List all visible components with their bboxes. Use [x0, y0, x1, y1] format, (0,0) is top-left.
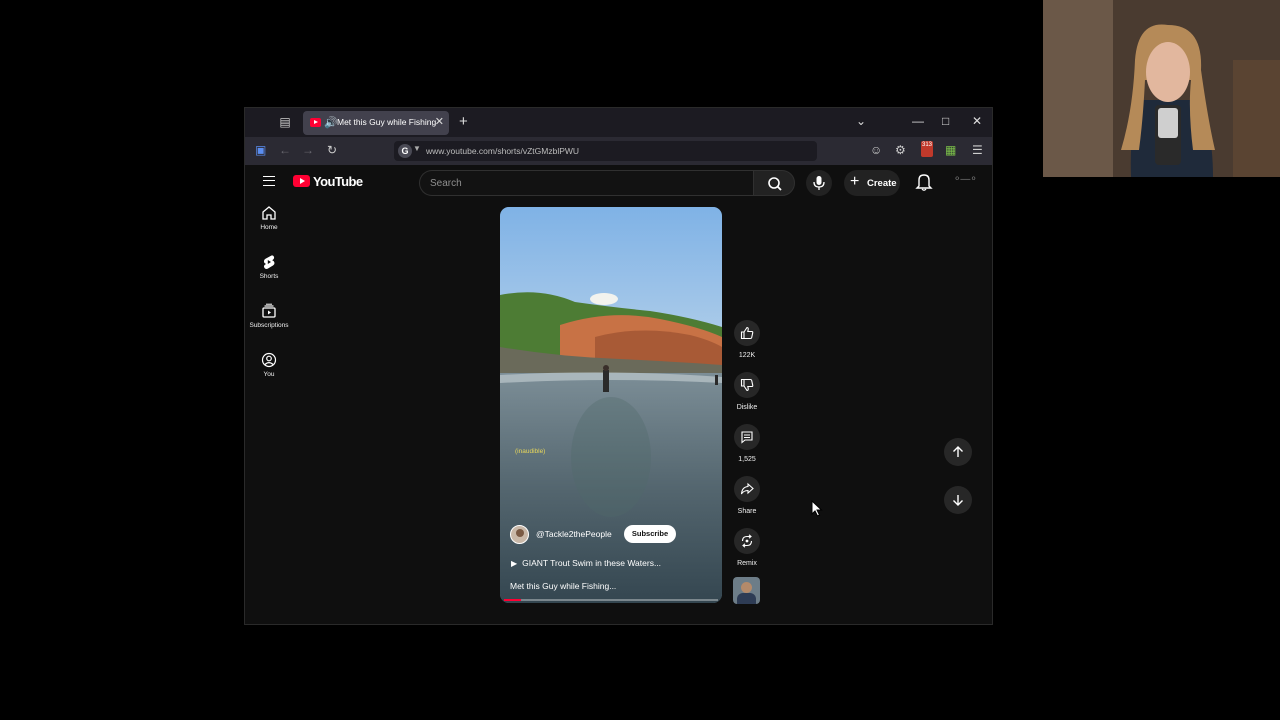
dislike-button[interactable]: Dislike [732, 372, 762, 411]
tab-overflow-chevron-icon[interactable]: ⌄ [856, 114, 866, 128]
channel-avatar[interactable] [510, 525, 529, 544]
create-button[interactable]: + Create [844, 170, 900, 196]
extensions-icon[interactable]: ⚙ [895, 143, 906, 157]
masthead: YouTube + Create [245, 165, 992, 201]
guide-menu-icon[interactable] [263, 176, 275, 186]
next-short-button[interactable] [944, 486, 972, 514]
plus-icon: + [850, 173, 860, 190]
comment-count: 1,525 [738, 456, 756, 463]
progress-bar[interactable] [504, 599, 718, 601]
back-icon[interactable]: ← [279, 143, 291, 157]
you-icon [261, 352, 277, 368]
maximize-icon[interactable]: □ [942, 114, 949, 128]
reload-icon[interactable]: ↻ [327, 143, 337, 157]
share-icon [740, 482, 754, 495]
search-input[interactable] [430, 176, 730, 190]
mouse-cursor-icon [811, 500, 823, 517]
like-count: 122K [738, 352, 756, 359]
remix-icon [741, 534, 753, 548]
navigation-toolbar: ▣ ← → ↻ G ▼ www.youtube.com/shorts/vZtGM… [245, 137, 992, 165]
account-avatar-loading[interactable]: ⚬—⚬ [953, 174, 978, 185]
extension-grid-icon[interactable]: ▦ [945, 143, 956, 157]
video-caption: (inaudible) [515, 448, 546, 455]
create-label: Create [867, 178, 897, 189]
arrow-up-icon [953, 446, 963, 457]
share-button[interactable]: Share [732, 476, 762, 515]
home-icon [262, 206, 276, 220]
minimize-icon[interactable]: — [912, 114, 924, 128]
share-label: Share [737, 508, 757, 515]
remix-button[interactable]: Remix [732, 528, 762, 567]
close-tab-icon[interactable]: ✕ [435, 115, 444, 128]
sidebar-toggle-icon[interactable]: ▣ [255, 143, 266, 157]
search-icon [768, 177, 782, 191]
channel-row: @Tackle2thePeople Subscribe [510, 524, 710, 544]
microphone-icon [813, 176, 825, 190]
thumbs-up-icon [740, 326, 754, 340]
subscriptions-icon [262, 303, 276, 318]
notifications-bell-icon[interactable] [915, 172, 933, 192]
shorts-icon [263, 255, 275, 269]
progress-fill [504, 599, 522, 601]
linked-video-title: GIANT Trout Swim in these Waters... [522, 558, 662, 568]
youtube-page: YouTube + Create [245, 165, 992, 624]
sidebar-item-subscriptions[interactable]: Subscriptions [245, 299, 293, 343]
tab-strip: ▤ 🔊 Met this Guy while Fishing ✕ + ⌄ — □… [245, 108, 992, 137]
youtube-logo-icon[interactable] [293, 175, 310, 187]
tab-list-icon[interactable]: ▤ [278, 115, 292, 129]
arrow-down-icon [953, 495, 963, 506]
extension-badge[interactable]: 313 [921, 141, 933, 157]
thumbs-down-icon [740, 378, 754, 392]
address-bar[interactable]: G ▼ www.youtube.com/shorts/vZtGMzblPWU [394, 141, 817, 161]
youtube-favicon-icon [310, 118, 321, 127]
webcam-overlay [1043, 0, 1280, 177]
chevron-down-icon[interactable]: ▼ [413, 144, 421, 153]
close-window-icon[interactable]: ✕ [972, 114, 982, 128]
sidebar-item-label: Home [260, 224, 278, 231]
browser-window: ▤ 🔊 Met this Guy while Fishing ✕ + ⌄ — □… [244, 107, 993, 625]
account-icon[interactable]: ☺ [870, 143, 882, 157]
menu-icon[interactable]: ☰ [972, 143, 983, 157]
like-button[interactable]: 122K [732, 320, 762, 359]
sidebar-item-shorts[interactable]: Shorts [245, 250, 293, 294]
previous-short-button[interactable] [944, 438, 972, 466]
short-title[interactable]: Met this Guy while Fishing... [510, 581, 616, 591]
subscribe-button[interactable]: Subscribe [624, 525, 676, 543]
sidebar-item-label: Subscriptions [249, 322, 289, 329]
tab-title: Met this Guy while Fishing [337, 117, 437, 127]
forward-icon[interactable]: → [302, 143, 314, 157]
speaker-icon[interactable]: 🔊 [324, 116, 338, 129]
sidebar-item-label: Shorts [259, 273, 279, 280]
search-box [419, 170, 753, 196]
sidebar-item-you[interactable]: You [245, 348, 293, 392]
new-tab-icon[interactable]: + [459, 113, 468, 130]
url-text[interactable]: www.youtube.com/shorts/vZtGMzblPWU [426, 146, 579, 156]
shorts-video-player[interactable]: (inaudible) @Tackle2thePeople Subscribe … [500, 207, 722, 603]
youtube-logo-text[interactable]: YouTube [313, 174, 363, 189]
dislike-label: Dislike [736, 404, 758, 411]
channel-name[interactable]: @Tackle2thePeople [536, 529, 612, 539]
mini-guide: Home Shorts Subscriptions You [245, 201, 293, 624]
comments-button[interactable]: 1,525 [732, 424, 762, 463]
linked-video-link[interactable]: ▶ GIANT Trout Swim in these Waters... [511, 558, 661, 568]
play-icon: ▶ [511, 559, 518, 568]
sound-thumbnail[interactable] [733, 577, 760, 604]
site-info-icon[interactable]: G [398, 144, 412, 158]
browser-tab-active[interactable]: 🔊 Met this Guy while Fishing ✕ [303, 111, 449, 135]
voice-search-button[interactable] [806, 170, 832, 196]
sidebar-item-home[interactable]: Home [245, 201, 293, 245]
search-button[interactable] [753, 170, 795, 196]
remix-label: Remix [737, 560, 757, 567]
webcam-image [1043, 0, 1280, 177]
comment-icon [741, 431, 753, 444]
sidebar-item-label: You [263, 371, 275, 378]
